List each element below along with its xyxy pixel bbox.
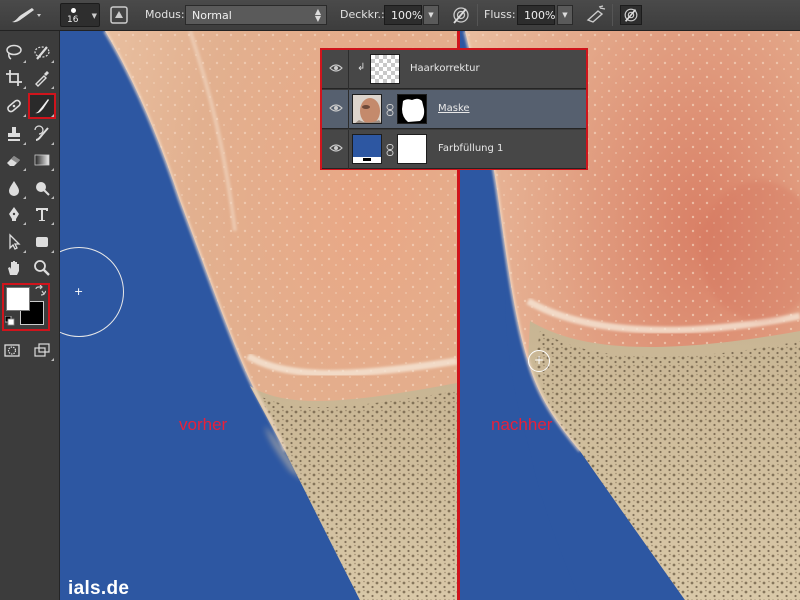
- flow-value: 100%: [524, 9, 556, 22]
- separator: [612, 4, 613, 26]
- brush-size-value: 16: [67, 15, 79, 25]
- layer-mask-thumbnail[interactable]: [397, 94, 427, 124]
- separator: [477, 4, 478, 26]
- default-colors-icon[interactable]: [5, 316, 15, 326]
- caption-before: vorher: [179, 415, 228, 434]
- layer-row-haarkorrektur[interactable]: ↲ Haarkorrektur: [322, 50, 586, 89]
- gradient-tool[interactable]: [30, 149, 54, 171]
- opacity-label: Deckkr.:: [340, 8, 385, 21]
- opacity-dropdown[interactable]: ▼: [423, 5, 439, 25]
- layer-name: Haarkorrektur: [410, 63, 480, 74]
- brush-tip-preview: [71, 8, 76, 13]
- airbrush-icon[interactable]: [585, 5, 607, 25]
- quick-mask-mode-icon[interactable]: [0, 339, 24, 361]
- color-swatches: [2, 283, 50, 331]
- fill-adjustment-indicator: [353, 157, 381, 163]
- brush-tool[interactable]: [28, 93, 56, 119]
- hand-tool[interactable]: [2, 257, 26, 279]
- layer-mask-thumbnail[interactable]: [397, 134, 427, 164]
- swap-colors-icon[interactable]: [34, 285, 46, 297]
- mode-select[interactable]: Normal ▲ ▼: [185, 5, 327, 25]
- small-brush-cursor-icon: +: [528, 350, 550, 372]
- layer-row-maske[interactable]: Maske: [322, 90, 586, 129]
- brush-size-picker[interactable]: 16 ▼: [60, 3, 100, 27]
- crosshair-icon: +: [74, 285, 84, 298]
- layers-panel: ↲ Haarkorrektur Maske Farbfüllung 1: [320, 48, 588, 170]
- eyedropper-tool[interactable]: [30, 67, 54, 89]
- quick-selection-tool[interactable]: [30, 41, 54, 63]
- eraser-tool[interactable]: [2, 149, 26, 171]
- layer-thumbnail-photo: [352, 94, 382, 124]
- shape-tool[interactable]: [30, 231, 54, 253]
- caption-after: nachher: [491, 415, 553, 434]
- mode-label: Modus:: [145, 8, 185, 21]
- fill-layer-thumbnail: [352, 134, 382, 164]
- flow-input[interactable]: 100%: [517, 5, 555, 25]
- opacity-input[interactable]: 100%: [384, 5, 422, 25]
- blur-tool[interactable]: [2, 177, 26, 199]
- pressure-size-icon[interactable]: [620, 5, 642, 25]
- watermark-text: ials.de: [68, 578, 130, 599]
- screen-mode-icon[interactable]: [30, 339, 54, 361]
- visibility-eye-icon[interactable]: [329, 103, 343, 113]
- zoom-tool[interactable]: [30, 257, 54, 279]
- history-brush-tool[interactable]: [30, 123, 54, 145]
- type-tool[interactable]: [30, 203, 54, 225]
- visibility-eye-icon[interactable]: [329, 143, 343, 153]
- document-canvas[interactable]: vorher nachher + + ials.de ↲ Haarkorrekt…: [60, 31, 800, 600]
- crop-tool[interactable]: [2, 67, 26, 89]
- separator: [348, 130, 349, 169]
- link-chain-icon[interactable]: [386, 104, 394, 116]
- layer-name: Farbfüllung 1: [438, 143, 504, 154]
- dodge-tool[interactable]: [30, 177, 54, 199]
- layer-row-farbfuellung[interactable]: Farbfüllung 1: [322, 130, 586, 169]
- toggle-brush-panel-icon[interactable]: [110, 6, 128, 24]
- separator: [348, 90, 349, 129]
- spot-healing-brush-tool[interactable]: [2, 95, 26, 117]
- visibility-eye-icon[interactable]: [329, 63, 343, 73]
- options-bar: 16 ▼ Modus: Normal ▲ ▼ Deckkr.: 100% ▼ Fl…: [0, 0, 800, 31]
- opacity-value: 100%: [391, 9, 423, 22]
- link-chain-icon[interactable]: [386, 144, 394, 156]
- flow-dropdown[interactable]: ▼: [557, 5, 573, 25]
- lasso-tool[interactable]: [2, 41, 26, 63]
- brush-preset-picker-icon[interactable]: [8, 5, 44, 25]
- toolbox: [0, 31, 60, 600]
- separator: [348, 50, 349, 89]
- clone-stamp-tool[interactable]: [2, 123, 26, 145]
- foreground-color-swatch[interactable]: [6, 287, 30, 311]
- mode-select-value: Normal: [192, 9, 232, 22]
- select-arrows-icon: ▲ ▼: [314, 7, 321, 23]
- pen-tool[interactable]: [2, 203, 26, 225]
- pressure-opacity-icon[interactable]: [450, 5, 472, 25]
- clipping-arrow-icon: ↲: [357, 62, 366, 73]
- flow-label: Fluss:: [484, 8, 516, 21]
- path-selection-tool[interactable]: [2, 231, 26, 253]
- layer-name: Maske: [438, 103, 470, 114]
- layer-thumbnail-transparent: [370, 54, 400, 84]
- chevron-down-icon: ▼: [91, 12, 97, 20]
